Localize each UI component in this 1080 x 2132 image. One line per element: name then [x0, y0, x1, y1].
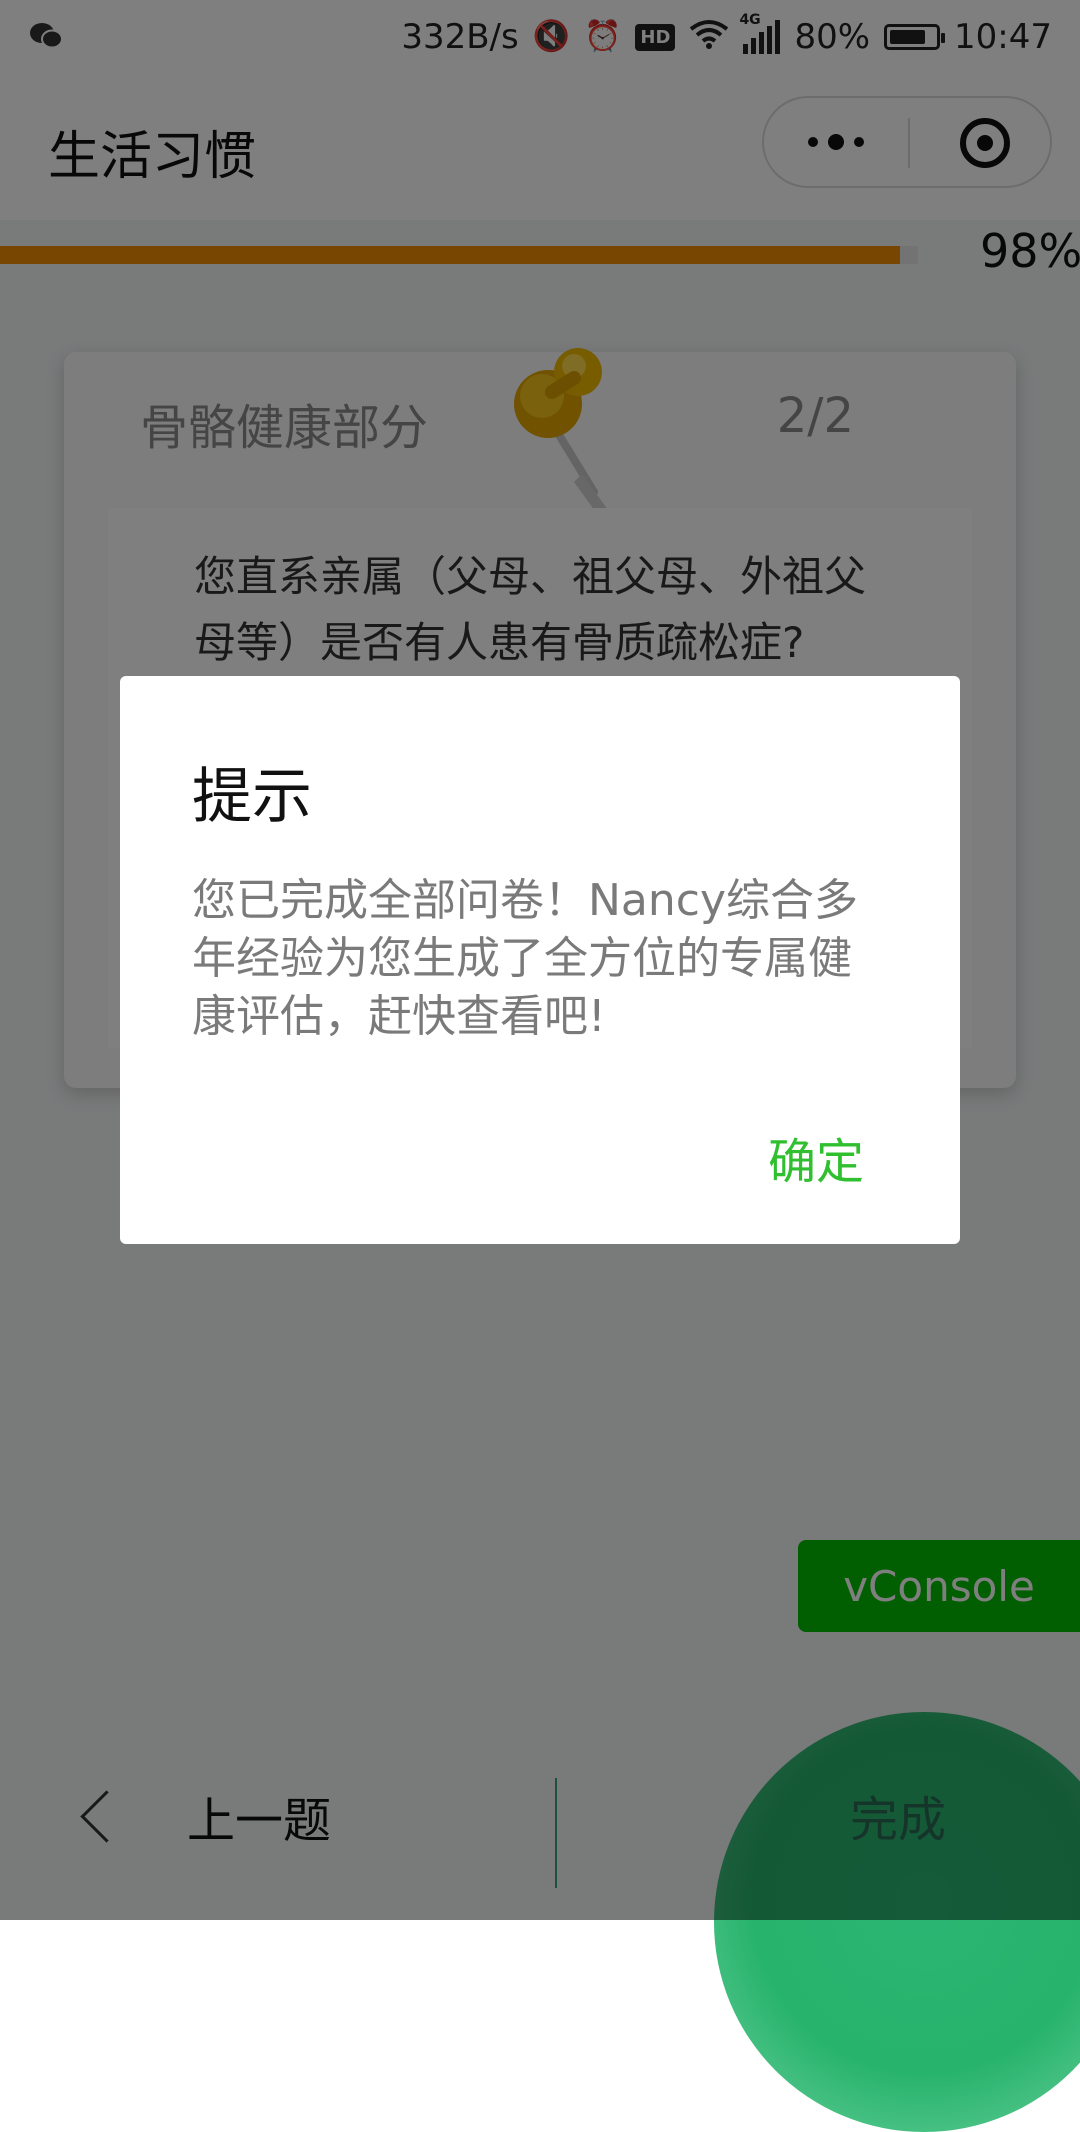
app-screen: 332B/s 🔇 ⏰ HD 4G 80% [0, 0, 1080, 2132]
dialog-title: 提示 [192, 762, 312, 832]
dialog-message: 您已完成全部问卷！Nancy综合多年经验为您生成了全方位的专属健康评估，赶快查看… [192, 875, 858, 1042]
completion-dialog: 提示 您已完成全部问卷！Nancy综合多年经验为您生成了全方位的专属健康评估，赶… [120, 676, 960, 1244]
confirm-button[interactable]: 确定 [768, 1122, 864, 1192]
